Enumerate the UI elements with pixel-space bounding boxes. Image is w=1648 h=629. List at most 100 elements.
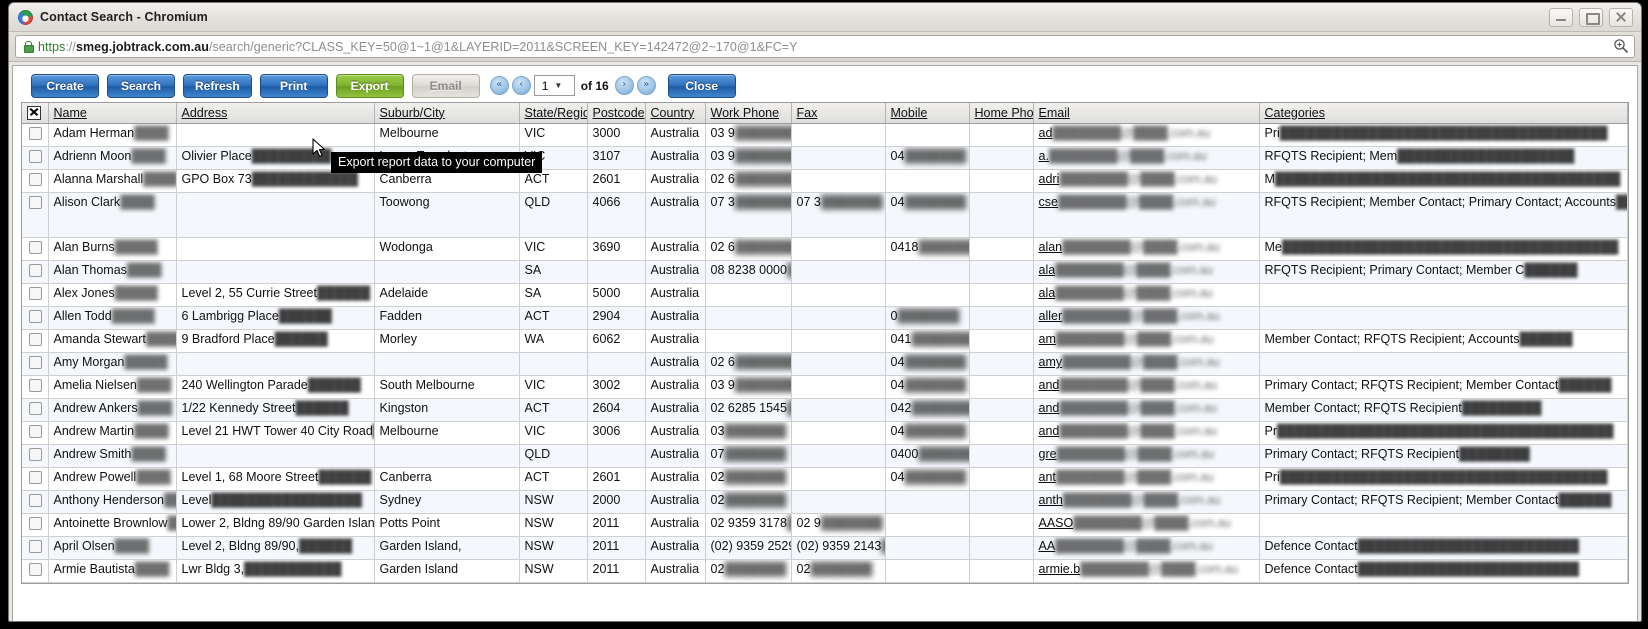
checkbox-icon[interactable] xyxy=(28,127,42,141)
row-checkbox-cell[interactable] xyxy=(22,467,49,491)
table-row[interactable]: Armie Bautista████ Lwr Bldg 3,███████████… xyxy=(22,559,1628,583)
table-row[interactable]: Alan Burns█████ Wodonga VIC 3690 Australia 02… xyxy=(22,237,1628,261)
column-header-home-phone[interactable]: Home Phone xyxy=(969,103,1034,124)
first-page-button[interactable]: « xyxy=(489,76,509,95)
search-button[interactable]: Search xyxy=(107,73,175,98)
table-row[interactable]: April Olsen████ Level 2, Bldng 89/90,████… xyxy=(22,536,1628,560)
checkbox-icon[interactable] xyxy=(28,196,42,210)
checkbox-icon[interactable] xyxy=(28,310,42,324)
email-link[interactable]: anth████████@████.com.au xyxy=(1039,493,1221,507)
checkbox-icon[interactable] xyxy=(28,563,42,577)
column-header-state[interactable]: State/Region xyxy=(519,103,588,124)
table-row[interactable]: Amanda Stewart████9 Bradford Place██████… xyxy=(22,329,1628,353)
email-link[interactable]: adri████████@████.com.au xyxy=(1039,172,1218,186)
table-row[interactable]: Andrew Smith████ QLD Australia 07███████ 040… xyxy=(22,444,1628,468)
row-checkbox-cell[interactable] xyxy=(22,375,49,399)
checkbox-icon[interactable] xyxy=(28,425,42,439)
row-checkbox-cell[interactable] xyxy=(22,169,49,193)
column-header-name[interactable]: Name xyxy=(48,103,177,124)
row-checkbox-cell[interactable] xyxy=(22,490,49,514)
table-row[interactable]: Alison Clark████ Toowong QLD 4066 Australia 0… xyxy=(22,192,1628,238)
row-checkbox-cell[interactable] xyxy=(22,513,49,537)
row-checkbox-cell[interactable] xyxy=(22,237,49,261)
email-link[interactable]: aller████████@████.com.au xyxy=(1039,309,1220,323)
checkbox-icon[interactable] xyxy=(28,379,42,393)
table-row[interactable]: Andrew Powell████ Level 1, 68 Moore Stree… xyxy=(22,467,1628,491)
checkbox-icon[interactable] xyxy=(28,264,42,278)
maximize-button[interactable] xyxy=(1579,8,1603,27)
row-checkbox-cell[interactable] xyxy=(22,306,49,330)
column-header-fax[interactable]: Fax xyxy=(791,103,886,124)
row-checkbox-cell[interactable] xyxy=(22,444,49,468)
select-all-header[interactable] xyxy=(22,103,49,124)
email-link[interactable]: ala████████@████.com.au xyxy=(1039,286,1213,300)
checkbox-icon[interactable] xyxy=(28,494,42,508)
table-row[interactable]: Adrienn Moon████Olivier Place█████████Lo… xyxy=(22,146,1628,170)
row-checkbox-cell[interactable] xyxy=(22,582,49,583)
table-row[interactable]: Amelia Nielsen████ 240 Wellington Parade█… xyxy=(22,375,1628,399)
row-checkbox-cell[interactable] xyxy=(22,146,49,170)
email-link[interactable]: ad████████@████.com.au xyxy=(1039,126,1211,140)
close-button[interactable]: Close xyxy=(667,73,736,98)
email-link[interactable]: AASO████████@████.com.au xyxy=(1039,516,1231,530)
email-link[interactable]: AA████████@████.com.au xyxy=(1039,539,1213,553)
row-checkbox-cell[interactable] xyxy=(22,398,49,422)
checked-box-icon[interactable] xyxy=(27,105,41,120)
table-row[interactable]: Ashley (Ash) Ring████ Australia0███████ 04… xyxy=(22,582,1628,583)
checkbox-icon[interactable] xyxy=(28,471,42,485)
checkbox-icon[interactable] xyxy=(28,517,42,531)
email-link[interactable]: and████████@████.com.au xyxy=(1039,378,1218,392)
close-window-button[interactable] xyxy=(1609,8,1633,27)
zoom-in-icon[interactable] xyxy=(1613,38,1629,54)
refresh-button[interactable]: Refresh xyxy=(183,73,252,98)
row-checkbox-cell[interactable] xyxy=(22,536,49,560)
email-link[interactable]: gre████████@████.com.au xyxy=(1039,447,1215,461)
email-link[interactable]: and████████@████.com.au xyxy=(1039,424,1218,438)
table-row[interactable]: Andrew Martin████ Level 21 HWT Tower 40 C… xyxy=(22,421,1628,445)
next-page-button[interactable]: › xyxy=(614,76,634,95)
table-row[interactable]: Anthony Henderson████Level██████████████… xyxy=(22,490,1628,514)
column-header-address[interactable]: Address xyxy=(176,103,375,124)
checkbox-icon[interactable] xyxy=(28,150,42,164)
column-header-categories[interactable]: Categories xyxy=(1259,103,1628,124)
row-checkbox-cell[interactable] xyxy=(22,283,49,307)
row-checkbox-cell[interactable] xyxy=(22,421,49,445)
checkbox-icon[interactable] xyxy=(28,356,42,370)
row-checkbox-cell[interactable] xyxy=(22,260,49,284)
checkbox-icon[interactable] xyxy=(28,241,42,255)
table-row[interactable]: Alan Thomas████ SA Australia08 8238 0000██… xyxy=(22,260,1628,284)
column-header-postcode[interactable]: Postcode xyxy=(587,103,646,124)
email-link[interactable]: ant████████@████.com.au xyxy=(1039,470,1214,484)
checkbox-icon[interactable] xyxy=(28,540,42,554)
checkbox-icon[interactable] xyxy=(28,402,42,416)
table-row[interactable]: Alex Jones█████ Level 2, 55 Currie Street… xyxy=(22,283,1628,307)
table-row[interactable]: Adam Herman████ Melbourne VIC 3000 Australia… xyxy=(22,123,1628,147)
email-link[interactable]: alan████████@████.com.au xyxy=(1039,240,1220,254)
email-link[interactable]: armie.b████████@████.com.au xyxy=(1039,562,1238,576)
last-page-button[interactable]: » xyxy=(636,76,656,95)
email-link[interactable]: cse████████@████.com.au xyxy=(1039,195,1216,209)
email-link[interactable]: ala████████@████.com.au xyxy=(1039,263,1213,277)
row-checkbox-cell[interactable] xyxy=(22,329,49,353)
checkbox-icon[interactable] xyxy=(28,333,42,347)
checkbox-icon[interactable] xyxy=(28,287,42,301)
checkbox-icon[interactable] xyxy=(28,448,42,462)
column-header-email[interactable]: Email xyxy=(1033,103,1260,124)
column-header-work-phone[interactable]: Work Phone xyxy=(705,103,792,124)
email-link[interactable]: a.████████@████.com.au xyxy=(1039,149,1207,163)
minimize-button[interactable] xyxy=(1549,8,1573,27)
email-link[interactable]: amy████████@████.com.au xyxy=(1039,355,1220,369)
create-button[interactable]: Create xyxy=(31,73,99,98)
export-button[interactable]: Export xyxy=(335,73,404,98)
checkbox-icon[interactable] xyxy=(28,173,42,187)
row-checkbox-cell[interactable] xyxy=(22,559,49,583)
table-row[interactable]: Andrew Ankers████ 1/22 Kennedy Street████… xyxy=(22,398,1628,422)
column-header-city[interactable]: Suburb/City xyxy=(374,103,520,124)
page-select[interactable]: 1 ▼ xyxy=(533,75,575,96)
email-link[interactable]: am████████@████.com.au xyxy=(1039,332,1214,346)
row-checkbox-cell[interactable] xyxy=(22,123,49,147)
table-row[interactable]: Alanna Marshall████ GPO Box 73███████████… xyxy=(22,169,1628,193)
email-link[interactable]: and████████@████.com.au xyxy=(1039,401,1218,415)
table-row[interactable]: Antoinette Brownlow████Lower 2, Bldng 89… xyxy=(22,513,1628,537)
prev-page-button[interactable]: ‹ xyxy=(511,76,531,95)
